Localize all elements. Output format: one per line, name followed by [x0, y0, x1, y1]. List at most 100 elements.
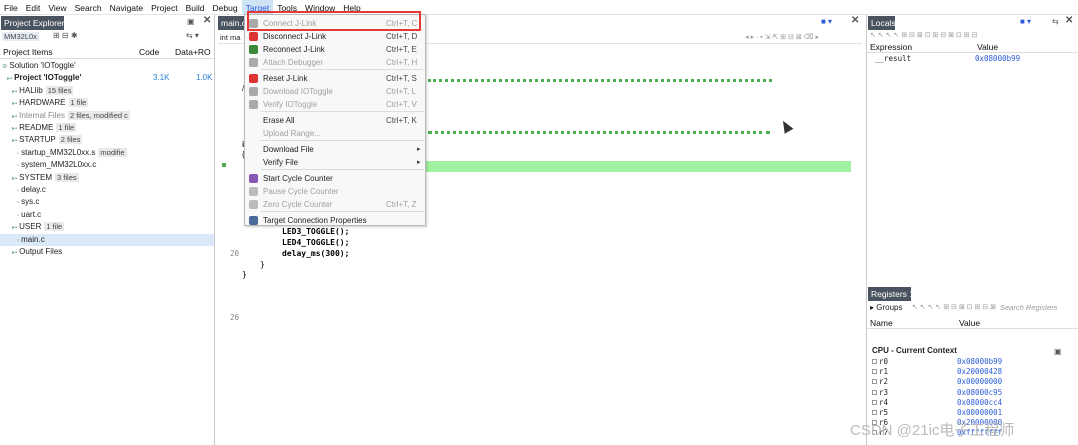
menu-debug[interactable]: Debug: [209, 0, 242, 14]
register-icon: [872, 389, 877, 395]
menu-project[interactable]: Project: [147, 0, 181, 14]
register-row[interactable]: r2 0x00000000: [867, 377, 1078, 387]
code-line[interactable]: LED3_TOGGLE();: [282, 227, 349, 236]
breakpoint-marker[interactable]: [222, 163, 226, 167]
menu-search[interactable]: Search: [71, 0, 106, 14]
tree-item[interactable]: ▸▪ Output Files: [0, 246, 214, 258]
folder-icon: ⚙: [2, 64, 8, 70]
menu-item-label: Attach Debugger: [263, 58, 324, 67]
locals-close-icon[interactable]: ✕: [1065, 15, 1073, 26]
toolbar-icons[interactable]: ⊞ ⊟ ✱: [53, 31, 78, 40]
folder-icon: ▸▪: [12, 126, 18, 132]
col-code[interactable]: Code: [139, 47, 159, 57]
menu-view[interactable]: View: [44, 0, 70, 14]
register-row[interactable]: r4 0x08000cc4: [867, 398, 1078, 408]
menu-item-label: Upload Range...: [263, 129, 321, 138]
menu-item-shortcut: Ctrl+T, Z: [386, 200, 417, 209]
register-value: 0x00000001: [957, 408, 1003, 417]
register-row[interactable]: r1 0x20000428: [867, 367, 1078, 377]
tree-item[interactable]: ▫ startup_MM32L0xx.s modifie: [0, 147, 214, 159]
tab-menu-icon[interactable]: ■ ▾: [821, 17, 832, 26]
tree-item[interactable]: ▸▪ HARDWARE 1 file: [0, 97, 214, 109]
locals-menu-icon[interactable]: ■ ▾: [1020, 17, 1031, 26]
menu-item-erase-all[interactable]: Erase All Ctrl+T, K: [245, 114, 425, 127]
tree-item[interactable]: ▸▪ README 1 file: [0, 122, 214, 134]
folder-icon: ▸▪: [12, 101, 18, 108]
tree-item[interactable]: ▸▪ USER 1 file: [0, 221, 214, 233]
reg-col-value[interactable]: Value: [959, 318, 980, 328]
register-value: 0x08000b99: [957, 357, 1003, 366]
col-value[interactable]: Value: [977, 42, 998, 52]
menu-item-verify-file[interactable]: Verify File ▸: [245, 156, 425, 169]
file-count-badge: modifie: [98, 147, 127, 157]
search-registers-input[interactable]: Search Registers: [1000, 303, 1058, 312]
tree-item[interactable]: ▸▪ Internal Files 2 files, modified c: [0, 110, 214, 122]
register-row[interactable]: r0 0x08000b99: [867, 357, 1078, 367]
tree-item[interactable]: ▫ sys.c: [0, 196, 214, 208]
cpu-group-label[interactable]: CPU - Current Context: [872, 346, 957, 355]
tree-item[interactable]: ▫ uart.c: [0, 209, 214, 221]
tab-main-c[interactable]: main.c: [218, 16, 246, 30]
menu-file[interactable]: File: [0, 0, 22, 14]
menu-edit[interactable]: Edit: [22, 0, 45, 14]
menu-item-zero-cycle-counter[interactable]: Zero Cycle Counter Ctrl+T, Z: [245, 198, 425, 211]
menu-item-attach-debugger[interactable]: Attach Debugger Ctrl+T, H: [245, 56, 425, 69]
menu-item-label: Reset J-Link: [263, 74, 308, 83]
options-icon[interactable]: ⇆ ▾: [186, 31, 199, 40]
tree-item[interactable]: ▸▪ SYSTEM 3 files: [0, 172, 214, 184]
project-selector[interactable]: MM32L0x: [2, 32, 39, 41]
file-count-badge: 2 files: [58, 135, 83, 145]
tree-item-label: README: [19, 123, 54, 132]
local-result-value[interactable]: 0x08000b99: [975, 54, 1020, 63]
menu-item-start-cycle-counter[interactable]: Start Cycle Counter: [245, 172, 425, 185]
menu-item-reset-j-link[interactable]: Reset J-Link Ctrl+T, S: [245, 72, 425, 85]
locals-title[interactable]: Locals: [868, 16, 896, 30]
submenu-arrow-icon: ▸: [417, 159, 421, 166]
col-expression[interactable]: Expression: [870, 42, 912, 52]
register-row[interactable]: r3 0x08000c95: [867, 388, 1078, 398]
code-line[interactable]: }: [260, 260, 265, 269]
menu-item-verify-iotoggle[interactable]: Verify IOToggle Ctrl+T, V: [245, 98, 425, 111]
local-result-name[interactable]: __result: [875, 54, 911, 63]
tree-item[interactable]: ⚙ Solution 'IOToggle': [0, 60, 214, 72]
tree-item[interactable]: ▫ delay.c: [0, 184, 214, 196]
code-line[interactable]: }: [242, 270, 247, 279]
registers-toolbar-icons[interactable]: ↖ ↖ ↖ ↖ ⊞ ⊟ ⊠ ⊡ ⊞ ⊟ ⊠: [912, 303, 996, 311]
menu-item-download-file[interactable]: Download File ▸: [245, 143, 425, 156]
menu-navigate[interactable]: Navigate: [106, 0, 148, 14]
menu-item-pause-cycle-counter[interactable]: Pause Cycle Counter: [245, 185, 425, 198]
col-data-ro[interactable]: Data+RO: [175, 47, 211, 57]
tree-item-label: Output Files: [19, 247, 63, 256]
reg-col-name[interactable]: Name: [870, 318, 893, 328]
tree-item-label: HALlib: [19, 85, 43, 95]
menu-item-target-connection-properties[interactable]: Target Connection Properties: [245, 214, 425, 227]
tree-item[interactable]: ▫ main.c: [0, 233, 214, 246]
menu-item-reconnect-j-link[interactable]: Reconnect J-Link Ctrl+T, E: [245, 43, 425, 56]
menu-item-shortcut: Ctrl+T, S: [386, 74, 417, 83]
submenu-arrow-icon: ▸: [417, 146, 421, 153]
pin-icon[interactable]: ▣: [187, 17, 195, 26]
groups-dropdown[interactable]: ▸ Groups: [870, 303, 902, 312]
code-line[interactable]: delay_ms(300);: [282, 249, 349, 258]
tree-item[interactable]: ▸▪ HALlib 15 files: [0, 85, 214, 97]
registers-title[interactable]: Registers 1: [868, 287, 914, 301]
code-line[interactable]: LED4_TOGGLE();: [282, 238, 349, 247]
scope-selector[interactable]: int ma: [220, 33, 240, 42]
group-options-icon[interactable]: ▣: [1054, 347, 1062, 356]
locals-toolbar-icons[interactable]: ↖ ↖ ↖ ↖ ⊞ ⊟ ⊠ ⊡ ⊞ ⊟ ⊠ ⊡ ⊞ ⊟: [870, 31, 977, 39]
menu-build[interactable]: Build: [182, 0, 209, 14]
project-explorer-toolbar: MM32L0x ⊞ ⊟ ✱ ⇆ ▾: [1, 31, 213, 43]
editor-toolbar-icons[interactable]: ◂ ▸ · ▪ ⇲ ⇱ ⊞ ⊟ ⊠ ⌫ ▸: [745, 33, 819, 41]
close-icon[interactable]: ✕: [203, 15, 211, 26]
locals-pin-icon[interactable]: ⇆: [1052, 17, 1059, 26]
tree-item[interactable]: ▸▪ Project 'IOToggle' 3.1K 1.0K: [0, 72, 214, 84]
menu-item-upload-range[interactable]: Upload Range...: [245, 127, 425, 140]
project-explorer-title[interactable]: Project Explorer: [1, 16, 64, 30]
col-project-items[interactable]: Project Items: [3, 47, 53, 57]
register-row[interactable]: r5 0x00000001: [867, 408, 1078, 418]
menu-item-disconnect-j-link[interactable]: Disconnect J-Link Ctrl+T, D: [245, 30, 425, 43]
tree-item[interactable]: ▸▪ STARTUP 2 files: [0, 134, 214, 146]
editor-close-icon[interactable]: ✕: [851, 15, 859, 26]
tree-item[interactable]: ▫ system_MM32L0xx.c: [0, 159, 214, 171]
menu-item-download-iotoggle[interactable]: Download IOToggle Ctrl+T, L: [245, 85, 425, 98]
